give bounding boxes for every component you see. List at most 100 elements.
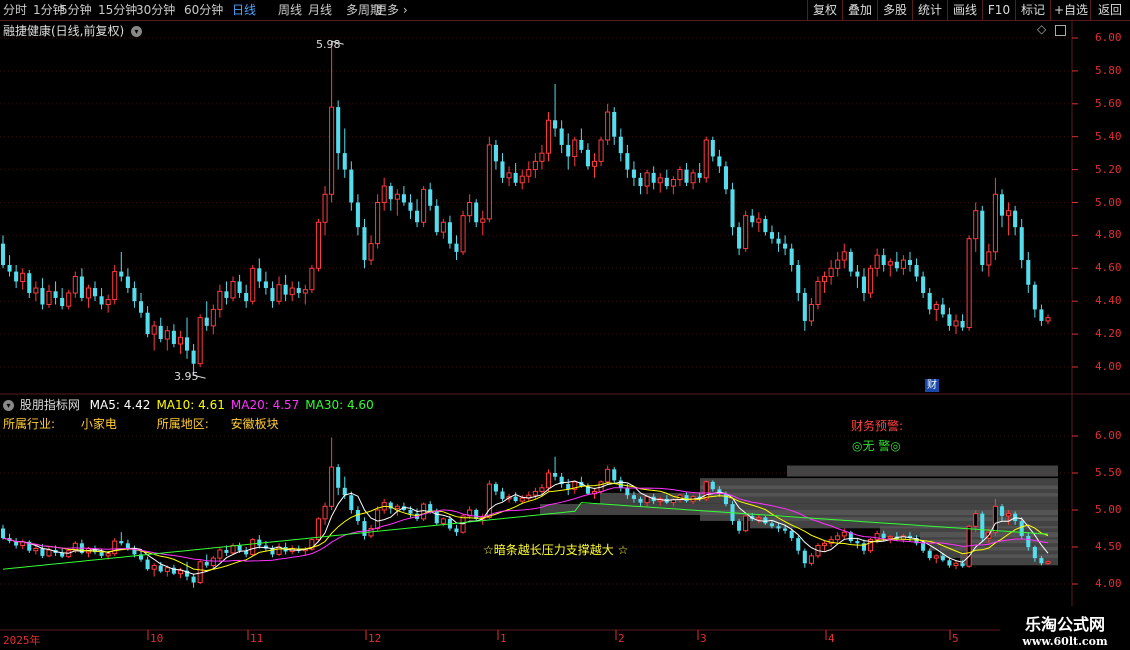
indicator-y-tick: 4.50 [1095,540,1122,553]
main-candle [388,182,393,211]
main-candle [986,243,992,277]
main-candle [263,271,268,295]
financial-warning-value: ◎无 警◎ [852,439,901,453]
main-candle [250,265,256,305]
main-candle [362,218,367,269]
main-candle [447,215,452,249]
main-candle [855,265,860,289]
high-price-label: 5.98 [316,38,341,51]
indicator-candle [0,524,6,540]
indicator-candle [217,547,223,562]
main-candle [506,166,512,187]
indicator-candle [329,437,335,510]
time-axis-label: 1 [500,632,507,645]
indicator-candle [20,539,26,550]
main-candle [112,265,118,305]
main-candle [657,172,663,193]
main-candle [99,288,104,310]
main-candle [210,304,216,335]
main-candle [394,189,400,216]
main-candle [138,292,144,318]
main-candle [841,243,847,269]
indicator-header[interactable]: ▾ 股朋指标网 MA5: 4.42 MA10: 4.61 MA20: 4.57 MA3… [3,396,374,413]
main-candle [684,163,689,187]
main-candle [125,268,130,293]
main-candle [401,186,406,206]
main-candle [848,248,853,277]
main-candle [618,128,623,162]
watermark-url: www.60lt.com [1022,635,1108,648]
indicator-candle [14,538,19,549]
main-candle [408,194,413,219]
main-y-tick: 4.40 [1095,294,1122,308]
indicator-candle [980,511,985,542]
main-candle [355,194,360,236]
time-axis-label: 5 [952,632,959,645]
main-candle [132,281,137,308]
indicator-candle [33,545,39,555]
main-candle [428,182,433,211]
indicator-candle [309,538,315,551]
main-candle [296,281,301,298]
indicator-candle [559,473,564,488]
main-candle [309,265,315,293]
indicator-candle [500,487,505,502]
main-y-tick: 6.00 [1095,31,1122,44]
chevron-down-icon[interactable]: ▾ [3,400,14,411]
site-watermark: 乐淘公式网 www.60lt.com [1000,606,1130,650]
main-candle [532,153,538,178]
main-candle [763,215,768,236]
main-candle [454,235,459,261]
main-candle [612,107,617,145]
main-y-tick: 5.80 [1095,63,1122,77]
main-candle [315,218,322,272]
main-candle [835,251,841,277]
main-candle [513,163,518,187]
main-candle [545,112,552,162]
indicator-candle [145,556,150,571]
main-candle [999,189,1005,228]
ma-value-1: MA10: 4.61 [156,398,225,412]
indicator-candle [737,518,742,534]
main-candle [40,278,45,310]
indicator-candle [336,464,341,496]
indicator-candle [585,483,590,496]
main-candle [750,209,755,228]
main-y-tick: 5.00 [1095,195,1122,209]
main-candle [960,314,965,331]
main-candle [874,248,880,277]
watermark-title: 乐淘公式网 [1024,615,1105,634]
financial-badge[interactable]: 财 [925,379,939,392]
main-candle [756,212,762,233]
main-candle [244,284,249,308]
main-candle [900,255,906,275]
main-candle [796,260,801,302]
indicator-candle [612,467,617,485]
main-candle [539,144,545,170]
indicator-candle [796,535,801,555]
main-y-tick: 5.40 [1095,129,1122,143]
indicator-candle [933,554,939,564]
main-candle [625,144,630,178]
financial-warning-label: 财务预警: [851,419,904,433]
main-candle [769,225,774,244]
indicator-candle [46,547,52,558]
ma-value-2: MA20: 4.57 [230,398,300,412]
main-candle [1026,251,1031,293]
main-candle [776,232,781,252]
main-candle [703,136,709,183]
main-candle [375,194,381,249]
indicator-candle [868,538,874,553]
main-candle [0,235,6,269]
indicator-candle [605,465,611,485]
main-candle [184,317,190,359]
time-axis-label: 10 [150,632,164,645]
main-candle [598,136,604,167]
indicator-candle [454,524,459,536]
indicator-candle [743,513,749,533]
indicator-candle [566,478,571,496]
indicator-candle [7,533,12,544]
main-candle [894,251,899,272]
time-axis-label: 2025年 [3,634,41,647]
main-candle [553,84,558,137]
